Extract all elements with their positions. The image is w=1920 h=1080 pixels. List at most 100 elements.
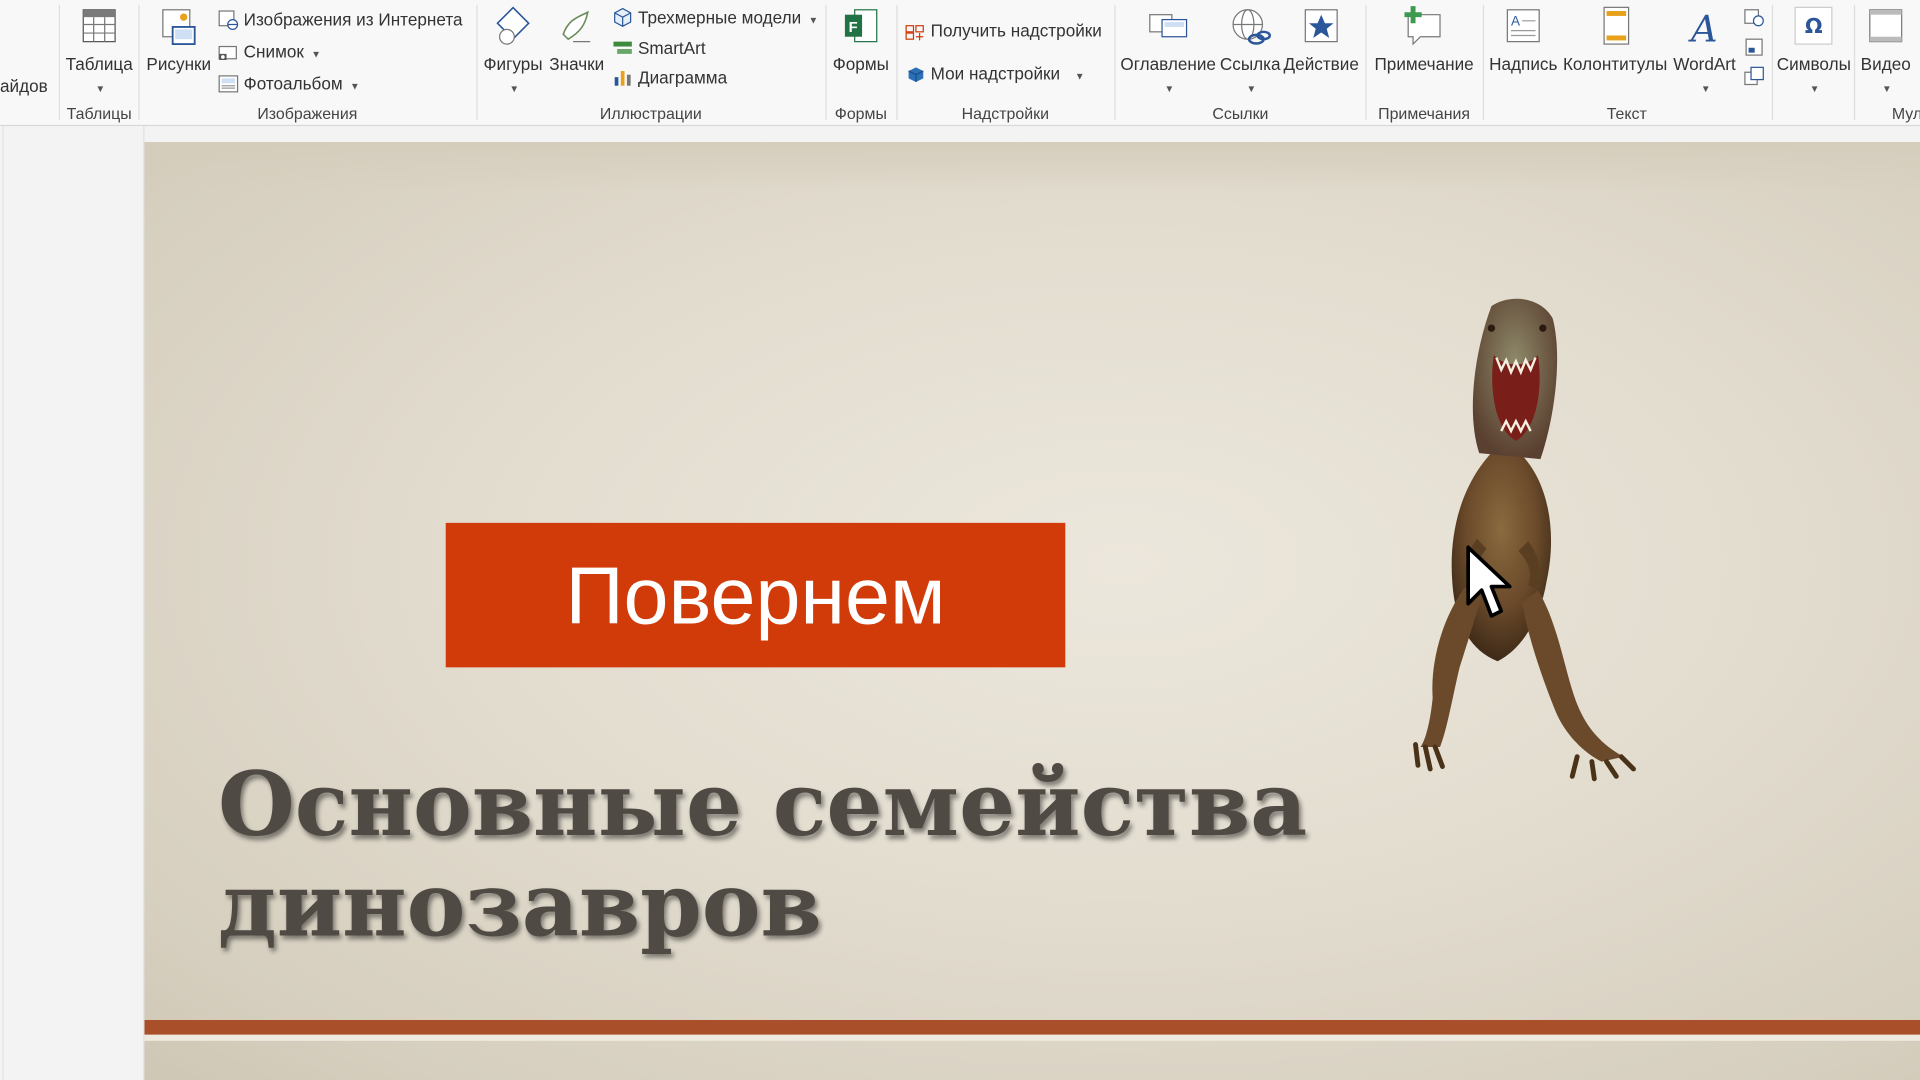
textbox-icon: A <box>1506 9 1540 43</box>
dinosaur-3d-model[interactable] <box>1345 282 1651 796</box>
comment-button[interactable]: Примечание <box>1370 2 1478 100</box>
get-addins-label: Получить надстройки <box>930 20 1102 41</box>
screenshot-label: Снимок ▼ <box>243 41 321 62</box>
group-separator <box>1771 4 1774 121</box>
forms-icon: F <box>844 9 878 43</box>
online-pictures-label: Изображения из Интернета <box>243 9 463 30</box>
smartart-icon <box>613 41 632 54</box>
action-button[interactable]: Действие <box>1283 2 1359 100</box>
comment-button-label: Примечание <box>1374 53 1474 74</box>
zoom-icon <box>1149 14 1188 38</box>
slide-canvas[interactable]: Повернем Основные семейства динозавров <box>144 142 1920 1080</box>
shapes-icon <box>496 6 530 45</box>
pane-divider <box>2 126 4 1080</box>
group-label-tables: Таблицы <box>66 104 132 123</box>
group-label-illustrations: Иллюстрации <box>599 104 702 123</box>
zoom-button[interactable]: Оглавление ▼ <box>1119 2 1217 100</box>
chevron-down-icon: ▼ <box>1246 83 1257 95</box>
slide-divider-rule <box>144 1020 1920 1035</box>
slide-title[interactable]: Основные семейства динозавров <box>218 754 1320 955</box>
chevron-down-icon: ▼ <box>1809 83 1820 95</box>
new-slide-button-cut[interactable]: айдов <box>0 76 48 103</box>
zoom-button-label: Оглавление <box>1120 53 1216 74</box>
object-button[interactable] <box>1744 64 1766 91</box>
store-icon <box>905 25 924 41</box>
3d-models-icon <box>614 7 632 28</box>
chevron-down-icon: ▼ <box>808 14 819 26</box>
header-footer-button-label: Колонтитулы <box>1562 53 1668 74</box>
group-separator <box>1114 4 1116 121</box>
shapes-button[interactable]: Фигуры ▼ <box>481 2 545 100</box>
svg-text:A: A <box>1688 8 1718 49</box>
group-separator <box>58 4 61 121</box>
icons-icon <box>562 10 591 43</box>
group-label-links: Ссылки <box>1212 104 1269 123</box>
slide-title-line-1: Основные семейства <box>217 751 1308 856</box>
textbox-button-label: Надпись <box>1489 53 1558 74</box>
photo-album-icon <box>218 75 239 93</box>
chevron-down-icon: ▼ <box>95 83 106 95</box>
3d-models-label: Трехмерные модели ▼ <box>637 7 819 27</box>
table-button[interactable]: Таблица ▼ <box>64 2 135 100</box>
svg-text:F: F <box>849 20 858 36</box>
icons-button-label: Значки <box>549 53 605 74</box>
group-separator <box>1853 4 1856 121</box>
object-icon <box>1744 66 1764 86</box>
group-separator <box>825 4 827 121</box>
group-label-comments: Примечания <box>1378 104 1471 123</box>
icons-button[interactable]: Значки <box>546 2 607 100</box>
slide-thumbnails-pane[interactable] <box>0 126 145 1080</box>
pictures-button[interactable]: Рисунки <box>143 2 214 100</box>
slide-title-line-2: динозавров <box>217 852 822 957</box>
link-button[interactable]: Ссылка ▼ <box>1220 2 1281 100</box>
online-pictures-icon <box>218 10 239 31</box>
header-footer-icon <box>1603 6 1630 45</box>
smartart-label: SmartArt <box>637 37 706 58</box>
omega-icon: Ω <box>1794 6 1833 45</box>
group-label-addins: Надстройки <box>961 104 1049 123</box>
pictures-icon <box>162 9 196 46</box>
svg-text:Ω: Ω <box>1805 14 1823 38</box>
chevron-down-icon: ▼ <box>1164 83 1175 95</box>
slide-number-button[interactable] <box>1744 34 1766 61</box>
chevron-down-icon: ▼ <box>350 80 360 92</box>
video-button-label: Видео <box>1860 53 1911 74</box>
date-time-button[interactable] <box>1744 5 1766 32</box>
video-button[interactable]: Видео ▼ <box>1856 2 1915 100</box>
ribbon-insert-tab: айдов Таблица ▼ Таблицы Рисунки Изображе… <box>0 0 1920 127</box>
link-button-label: Ссылка <box>1219 53 1281 74</box>
chevron-down-icon: ▼ <box>311 48 321 61</box>
shapes-button-label: Фигуры <box>483 53 543 74</box>
chart-icon <box>614 71 631 86</box>
group-separator <box>476 4 478 121</box>
group-separator <box>896 4 898 121</box>
table-icon <box>82 9 116 43</box>
slide-number-icon <box>1745 38 1763 56</box>
forms-button-label: Формы <box>832 53 889 74</box>
photo-album-label: Фотоальбом ▼ <box>243 73 360 94</box>
textbox-button[interactable]: A Надпись <box>1488 2 1559 100</box>
chart-label: Диаграмма <box>637 67 728 87</box>
table-button-label: Таблица <box>65 53 133 74</box>
link-icon <box>1232 9 1272 45</box>
chevron-down-icon: ▼ <box>1700 83 1711 95</box>
slide-shading <box>144 142 1920 192</box>
chevron-down-icon: ▼ <box>1074 71 1085 83</box>
chevron-down-icon: ▼ <box>509 83 520 95</box>
comment-icon <box>1404 6 1441 46</box>
group-label-media: Мул <box>1891 104 1920 123</box>
forms-button[interactable]: F Формы <box>830 2 891 100</box>
wordart-button[interactable]: A WordArt ▼ <box>1670 2 1739 100</box>
svg-text:A: A <box>1511 14 1520 29</box>
symbols-button[interactable]: Ω Символы ▼ <box>1776 2 1851 100</box>
group-separator <box>1482 4 1485 121</box>
my-addins-label: Мои надстройки ▼ <box>930 63 1085 84</box>
action-icon <box>1304 9 1338 43</box>
group-separator <box>1365 4 1367 121</box>
action-button-label: Действие <box>1283 53 1359 74</box>
symbols-button-label: Символы <box>1776 53 1851 74</box>
rotate-caption-box[interactable]: Повернем <box>445 522 1066 668</box>
header-footer-button[interactable]: Колонтитулы <box>1561 2 1669 100</box>
new-slide-label: айдов <box>0 75 48 96</box>
date-time-icon <box>1744 9 1764 27</box>
